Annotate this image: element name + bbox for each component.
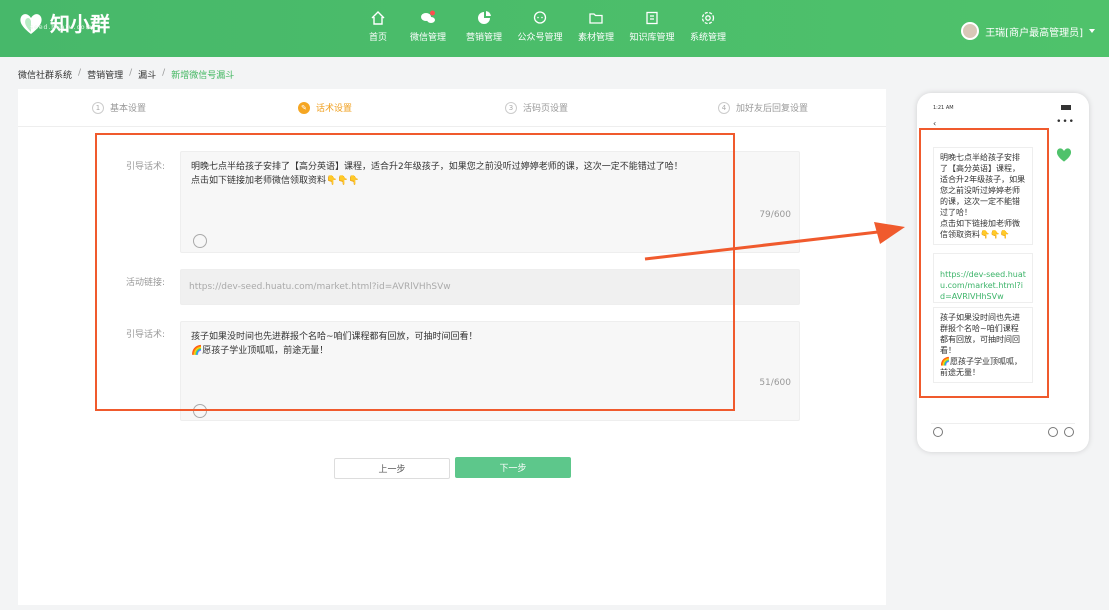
highlight-box-phone	[919, 128, 1049, 398]
breadcrumb: 微信社群系统 / 营销管理 / 漏斗 / 新增微信号漏斗	[18, 68, 234, 81]
heart-logo-icon	[1056, 148, 1072, 162]
more-icon[interactable]: •••	[1056, 117, 1075, 127]
breadcrumb-item[interactable]: 漏斗	[138, 68, 156, 81]
nav-label-marketing: 营销管理	[465, 33, 502, 43]
nav-item-materials[interactable]: 素材管理	[568, 10, 624, 43]
step-basic-settings[interactable]: 1 基本设置	[92, 101, 146, 114]
breadcrumb-separator: /	[78, 68, 82, 78]
nav-label-official-account: 公众号管理	[517, 33, 563, 43]
nav-item-home[interactable]: 首页	[356, 10, 400, 43]
plus-icon[interactable]	[1064, 427, 1074, 437]
highlight-box-form	[95, 133, 735, 411]
top-navigation-bar: 知小群 seed.huatu.com 首页 微信管理 营销管理 公众号管理 素材…	[0, 0, 1109, 57]
next-step-button[interactable]: 下一步	[455, 457, 571, 478]
chevron-down-icon	[1089, 29, 1095, 33]
nav-label-system: 系统管理	[689, 33, 726, 43]
emoji-icon[interactable]	[1048, 427, 1058, 437]
home-icon	[371, 11, 385, 25]
step-label: 话术设置	[316, 104, 353, 114]
chat-bubble-icon	[533, 11, 547, 24]
char-counter: 79/600	[759, 210, 791, 220]
brand-subtitle: seed.huatu.com	[30, 24, 93, 31]
edit-icon: ✎	[298, 101, 310, 114]
prev-step-button[interactable]: 上一步	[334, 458, 450, 479]
nav-item-marketing[interactable]: 营销管理	[456, 10, 512, 43]
breadcrumb-separator: /	[129, 68, 133, 78]
wechat-icon	[421, 10, 435, 23]
step-reply-settings[interactable]: 4 加好友后回复设置	[718, 101, 808, 114]
step-live-code-settings[interactable]: 3 活码页设置	[505, 101, 568, 114]
nav-label-materials: 素材管理	[577, 33, 614, 43]
battery-icon	[1061, 105, 1071, 110]
nav-item-system[interactable]: 系统管理	[680, 10, 736, 43]
phone-time: 1:21 AM	[933, 105, 954, 111]
user-menu[interactable]: 王瑞[商户最高管理员]	[961, 22, 1095, 40]
nav-item-wechat[interactable]: 微信管理	[400, 10, 456, 43]
back-icon[interactable]: ‹	[933, 119, 936, 128]
nav-label-wechat: 微信管理	[409, 33, 446, 43]
step-number: 3	[505, 101, 517, 114]
breadcrumb-current: 新增微信号漏斗	[171, 71, 235, 81]
voice-icon[interactable]	[933, 427, 943, 437]
step-script-settings[interactable]: ✎ 话术设置	[298, 101, 352, 114]
breadcrumb-separator: /	[162, 68, 166, 78]
step-label: 活码页设置	[523, 104, 569, 114]
user-name: 王瑞[商户最高管理员]	[985, 27, 1083, 39]
step-number: 1	[92, 101, 104, 114]
nav-label-home: 首页	[368, 33, 387, 43]
char-counter: 51/600	[759, 378, 791, 388]
gear-icon	[701, 11, 715, 25]
breadcrumb-item[interactable]: 营销管理	[87, 68, 123, 81]
step-number: 4	[718, 101, 730, 114]
book-icon	[646, 11, 658, 25]
avatar	[961, 22, 980, 40]
main-nav: 首页 微信管理 营销管理 公众号管理 素材管理 知识库管理 系统管理	[356, 10, 736, 43]
nav-item-knowledge[interactable]: 知识库管理	[624, 10, 680, 43]
step-label: 基本设置	[110, 104, 147, 114]
pie-chart-icon	[478, 11, 491, 24]
nav-label-knowledge: 知识库管理	[629, 33, 675, 43]
breadcrumb-item[interactable]: 微信社群系统	[18, 68, 72, 81]
step-label: 加好友后回复设置	[736, 104, 809, 114]
step-progress: 1 基本设置 ✎ 话术设置 3 活码页设置 4 加好友后回复设置	[18, 89, 886, 127]
nav-item-official-account[interactable]: 公众号管理	[512, 10, 568, 43]
folder-icon	[589, 13, 603, 24]
